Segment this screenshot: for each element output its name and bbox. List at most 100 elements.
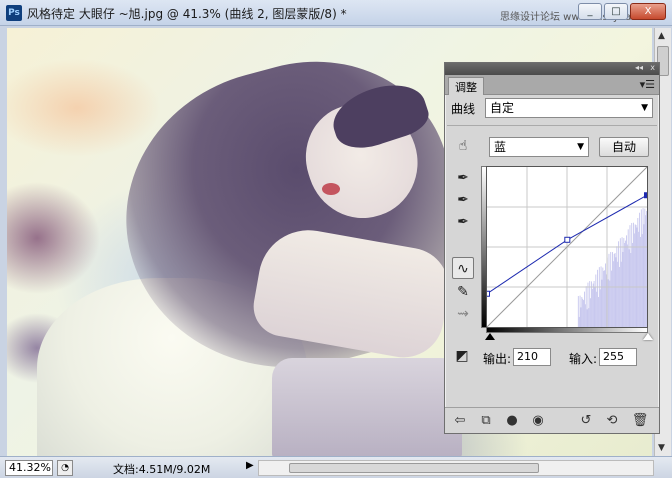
adjustments-panel: ◂◂ x 调整 ▾☰ 曲线 自定 ▼ ☝ 蓝 ▼ 自动 ✒ ✒ ✒ ∿ ✎ ⇝ … <box>444 62 660 434</box>
histogram-bar <box>628 249 630 327</box>
histogram-bar <box>599 289 601 327</box>
histogram-bar <box>622 251 624 327</box>
view-previous-state-icon[interactable]: ↺ <box>577 412 595 430</box>
photo-lips <box>322 183 340 195</box>
channel-select[interactable]: 蓝 ▼ <box>489 137 589 157</box>
pencil-draw-icon[interactable]: ✎ <box>452 281 474 303</box>
histogram-bar <box>630 252 632 327</box>
curve-graph[interactable] <box>484 166 650 328</box>
reset-icon[interactable]: ⟲ <box>603 412 621 430</box>
histogram-bar <box>631 222 633 327</box>
minimize-button[interactable]: _ <box>578 3 602 20</box>
input-field[interactable]: 255 <box>599 348 637 366</box>
histogram-bar <box>644 208 646 327</box>
histogram-bar <box>600 266 602 327</box>
histogram-bar <box>580 307 582 327</box>
black-point-slider[interactable] <box>485 333 495 340</box>
histogram-bar <box>596 291 598 327</box>
histogram-bar <box>589 281 591 327</box>
histogram-bar <box>587 282 589 327</box>
clipping-warning-icon[interactable]: ◩ <box>451 345 473 367</box>
histogram-bar <box>640 236 641 327</box>
curve-control-point <box>564 236 571 243</box>
back-arrow-icon[interactable]: ⇦ <box>451 412 469 430</box>
curve-edit-points-icon[interactable]: ∿ <box>452 257 474 279</box>
histogram-bar <box>602 267 604 327</box>
document-info: 文档:4.51M/9.02M <box>113 463 211 476</box>
curve-graph-svg[interactable] <box>484 166 650 328</box>
channel-value: 蓝 <box>494 140 507 154</box>
on-image-adjust-hand-icon[interactable]: ☝ <box>452 135 474 157</box>
histogram-bar <box>635 225 637 327</box>
histogram-bar <box>641 234 643 327</box>
window-title: 风格待定 大眼仔 ~旭.jpg @ 41.3% (曲线 2, 图层蒙版/8) * <box>27 7 347 21</box>
close-panel-icon[interactable]: x <box>650 63 655 72</box>
histogram-bar <box>591 281 592 327</box>
histogram-bar <box>594 287 596 327</box>
panel-menu-icon[interactable]: ▾☰ <box>640 78 655 91</box>
histogram-bar <box>607 279 609 327</box>
status-menu-arrow-icon[interactable]: ▶ <box>246 460 254 471</box>
panel-tab-bar: 调整 ▾☰ <box>445 75 659 95</box>
horizontal-scroll-thumb[interactable] <box>289 463 539 473</box>
auto-button[interactable]: 自动 <box>599 137 649 157</box>
histogram-bar <box>588 308 590 327</box>
horizontal-scrollbar[interactable] <box>258 460 654 476</box>
histogram-bar <box>612 261 614 327</box>
gray-point-eyedropper-icon[interactable]: ✒ <box>452 189 474 211</box>
maximize-button[interactable]: □ <box>604 3 628 20</box>
histogram-bar <box>612 252 613 327</box>
clip-to-layer-icon[interactable]: ● <box>503 412 521 430</box>
status-bar: 41.32% ◔ 文档:4.51M/9.02M ▶ <box>0 456 672 478</box>
histogram-bar <box>621 237 623 327</box>
expanded-view-icon[interactable]: ⧉ <box>477 412 495 430</box>
visibility-eye-icon[interactable]: ◉ <box>529 412 547 430</box>
collapse-panel-icon[interactable]: ◂◂ <box>635 63 643 72</box>
histogram-bar <box>613 253 615 327</box>
smooth-curve-icon[interactable]: ⇝ <box>452 303 474 325</box>
histogram-bar <box>620 261 622 327</box>
histogram-bar <box>632 242 634 327</box>
histogram-bar <box>627 229 629 327</box>
histogram-bar <box>639 212 641 327</box>
histogram-bar <box>584 291 585 327</box>
output-label: 输出: <box>483 352 512 366</box>
histogram-bar <box>586 309 588 327</box>
histogram-bar <box>608 253 610 327</box>
zoom-field[interactable]: 41.32% <box>5 460 53 476</box>
white-point-slider[interactable] <box>643 333 653 340</box>
histogram-bar <box>591 289 593 327</box>
histogram-bar <box>629 225 631 327</box>
chevron-down-icon: ▼ <box>577 142 584 152</box>
input-label: 输入: <box>569 352 598 366</box>
histogram-bar <box>598 296 599 327</box>
photo-pillar <box>272 358 462 456</box>
input-gradient-bar <box>486 328 648 333</box>
histogram-bar <box>578 316 580 327</box>
panel-footer: ⇦ ⧉ ● ◉ ↺ ⟲ 🗑 <box>445 407 659 433</box>
histogram-bar <box>626 235 627 327</box>
scroll-up-arrow-icon[interactable]: ▲ <box>658 31 665 41</box>
close-button[interactable]: X <box>630 3 666 20</box>
output-field[interactable]: 210 <box>513 348 551 366</box>
histogram-bar <box>577 296 579 327</box>
histogram-bar <box>583 300 585 327</box>
title-bar: Ps 风格待定 大眼仔 ~旭.jpg @ 41.3% (曲线 2, 图层蒙版/8… <box>0 0 672 26</box>
tab-adjustments[interactable]: 调整 <box>448 77 484 95</box>
status-info-icon[interactable]: ◔ <box>57 460 73 476</box>
histogram-bar <box>636 227 638 327</box>
curves-label: 曲线 <box>451 102 476 116</box>
histogram-bar <box>626 244 628 327</box>
histogram-bar <box>593 281 595 327</box>
white-point-eyedropper-icon[interactable]: ✒ <box>452 211 474 233</box>
black-point-eyedropper-icon[interactable]: ✒ <box>452 167 474 189</box>
histogram-bar <box>638 231 640 327</box>
histogram-bar <box>585 286 587 327</box>
histogram-bar <box>611 270 613 327</box>
trash-icon[interactable]: 🗑 <box>631 412 649 430</box>
preset-value: 自定 <box>490 101 515 115</box>
preset-select[interactable]: 自定 ▼ <box>485 98 653 118</box>
scroll-down-arrow-icon[interactable]: ▼ <box>658 443 665 453</box>
histogram-bar <box>598 267 600 327</box>
histogram-bar <box>592 283 594 327</box>
